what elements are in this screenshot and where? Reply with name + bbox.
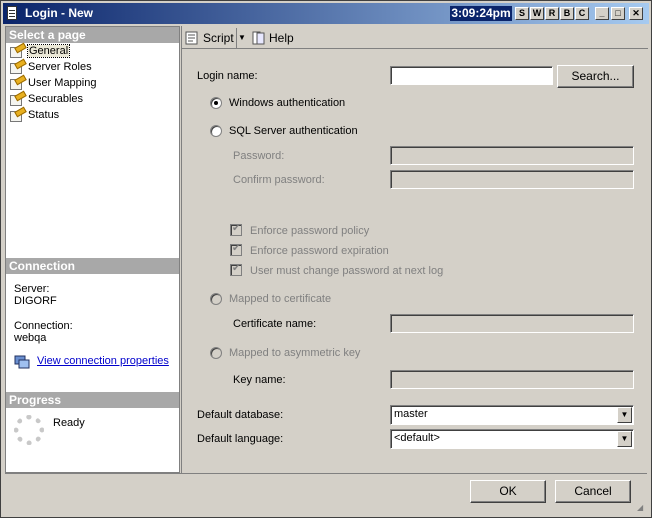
left-panel: Select a page General Server Roles User … (5, 26, 180, 473)
progress-spinner-icon (14, 415, 44, 445)
clock-display: 3:09:24pm (450, 6, 512, 21)
progress-header: Progress (6, 392, 179, 408)
must-change-checkbox (230, 263, 242, 276)
page-item-label: Server Roles (28, 61, 92, 73)
connection-properties-icon (14, 355, 30, 369)
connection-label: Connection: (14, 320, 73, 332)
help-icon (252, 31, 265, 45)
close-button[interactable]: ✕ (629, 7, 643, 20)
mapped-cert-label: Mapped to certificate (229, 293, 332, 305)
mapped-key-label: Mapped to asymmetric key (229, 347, 361, 359)
page-item-user-mapping[interactable]: User Mapping (8, 76, 96, 91)
r-button[interactable]: R (545, 7, 559, 20)
title-bar[interactable]: Login - New 3:09:24pm S W R B C _ □ ✕ (3, 3, 649, 24)
page-icon (10, 77, 24, 90)
default-language-label: Default language: (197, 433, 284, 445)
window-title: Login - New (25, 6, 93, 20)
default-database-label: Default database: (197, 409, 284, 421)
enforce-policy-label: Enforce password policy (250, 225, 370, 237)
confirm-password-label: Confirm password: (233, 174, 325, 186)
select-page-header: Select a page (6, 27, 179, 43)
must-change-label: User must change password at next login (250, 265, 444, 277)
default-database-value: master (394, 408, 428, 420)
document-icon (7, 6, 17, 20)
windows-auth-label[interactable]: Windows authentication (229, 97, 345, 109)
windows-auth-radio[interactable] (210, 97, 222, 109)
connection-header: Connection (6, 258, 179, 274)
login-name-input[interactable] (390, 66, 553, 85)
default-language-value: <default> (394, 432, 440, 444)
minimize-button[interactable]: _ (595, 7, 609, 20)
main-panel: Script ▼ Help Login name: Search... Wind… (181, 26, 648, 473)
password-label: Password: (233, 150, 285, 162)
page-icon (10, 61, 24, 74)
sql-auth-radio[interactable] (210, 125, 222, 137)
help-button[interactable]: Help (252, 28, 296, 48)
page-item-label: User Mapping (28, 77, 97, 89)
login-name-label: Login name: (197, 70, 258, 82)
w-button[interactable]: W (530, 7, 544, 20)
page-item-securables[interactable]: Securables (8, 92, 83, 107)
server-value: DIGORF (14, 295, 57, 307)
page-item-label: Status (28, 109, 60, 121)
enforce-expiration-checkbox (230, 243, 242, 256)
connection-value: webqa (14, 332, 47, 344)
ok-button[interactable]: OK (470, 480, 546, 503)
c-button[interactable]: C (575, 7, 589, 20)
key-name-field (390, 370, 634, 389)
footer-divider (5, 473, 647, 474)
s-button[interactable]: S (515, 7, 529, 20)
page-icon (10, 45, 24, 58)
cert-name-field (390, 314, 634, 333)
cancel-button[interactable]: Cancel (555, 480, 631, 503)
page-item-server-roles[interactable]: Server Roles (8, 60, 92, 75)
toolbar-divider (182, 48, 648, 49)
script-label: Script (203, 31, 234, 45)
progress-status: Ready (53, 417, 85, 429)
page-item-general[interactable]: General (8, 44, 71, 59)
resize-grip-icon[interactable]: ◢ (637, 503, 647, 513)
key-name-label: Key name: (233, 374, 286, 386)
server-label: Server: (14, 283, 50, 295)
script-button[interactable]: Script ▼ (185, 28, 247, 48)
page-icon (10, 109, 24, 122)
chevron-down-icon[interactable]: ▼ (617, 407, 632, 423)
cert-name-label: Certificate name: (233, 318, 317, 330)
password-field (390, 146, 634, 165)
mapped-key-radio (210, 347, 222, 359)
maximize-button[interactable]: □ (611, 7, 625, 20)
b-button[interactable]: B (560, 7, 574, 20)
help-label: Help (269, 31, 294, 45)
sql-auth-label[interactable]: SQL Server authentication (229, 125, 358, 137)
default-database-select[interactable]: master ▼ (390, 405, 634, 425)
enforce-policy-checkbox (230, 223, 242, 236)
login-window: Login - New 3:09:24pm S W R B C _ □ ✕ Se… (0, 0, 652, 518)
page-item-label: General (26, 44, 71, 58)
chevron-down-icon[interactable]: ▼ (617, 431, 632, 447)
confirm-password-field (390, 170, 634, 189)
default-language-select[interactable]: <default> ▼ (390, 429, 634, 449)
mapped-cert-radio (210, 293, 222, 305)
chevron-down-icon[interactable]: ▼ (236, 28, 247, 48)
page-icon (10, 93, 24, 106)
enforce-expiration-label: Enforce password expiration (250, 245, 389, 257)
script-icon (185, 31, 198, 45)
view-connection-properties-link[interactable]: View connection properties (37, 355, 169, 367)
search-button[interactable]: Search... (557, 65, 634, 88)
page-item-status[interactable]: Status (8, 108, 59, 123)
page-item-label: Securables (28, 93, 84, 105)
